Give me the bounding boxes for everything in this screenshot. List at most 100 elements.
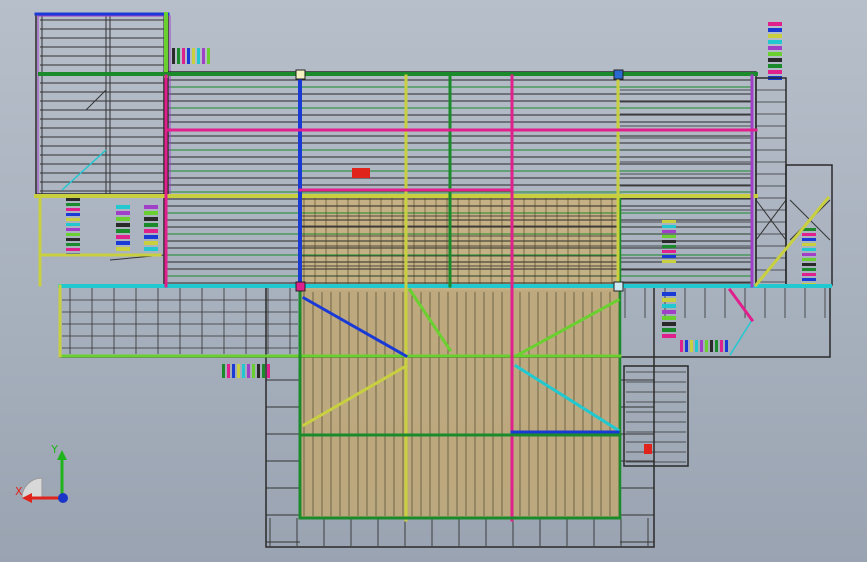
framing-block bbox=[768, 58, 782, 62]
framing-block bbox=[725, 340, 728, 352]
framing-block bbox=[662, 310, 676, 314]
framing-block bbox=[662, 260, 676, 263]
framing-block bbox=[66, 198, 80, 201]
framing-block bbox=[662, 304, 676, 308]
framing-block bbox=[685, 340, 688, 352]
framing-block bbox=[66, 228, 80, 231]
framing-block bbox=[66, 218, 80, 221]
framing-block bbox=[66, 223, 80, 226]
framing-block bbox=[144, 211, 158, 215]
framing-block bbox=[144, 223, 158, 227]
framing-block bbox=[116, 205, 130, 209]
framing-block bbox=[144, 217, 158, 221]
framing-block bbox=[768, 40, 782, 44]
framing-block bbox=[144, 235, 158, 239]
framing-block bbox=[802, 243, 816, 246]
framing-block bbox=[187, 48, 190, 64]
framing-block bbox=[222, 364, 225, 378]
framing-block bbox=[662, 316, 676, 320]
coordinate-triad: Y X bbox=[15, 443, 68, 503]
framing-member bbox=[61, 149, 107, 191]
framing-block bbox=[262, 364, 265, 378]
framing-block bbox=[66, 243, 80, 246]
framing-block bbox=[695, 340, 698, 352]
framing-block bbox=[116, 217, 130, 221]
framing-block bbox=[144, 241, 158, 245]
framing-block bbox=[680, 340, 683, 352]
framing-member bbox=[85, 89, 107, 111]
y-axis-label: Y bbox=[50, 443, 58, 456]
framing-block bbox=[700, 340, 703, 352]
framing-block bbox=[247, 364, 250, 378]
framing-block bbox=[720, 340, 723, 352]
framing-block bbox=[66, 208, 80, 211]
framing-block bbox=[257, 364, 260, 378]
framing-block bbox=[116, 241, 130, 245]
framing-block bbox=[715, 340, 718, 352]
framing-block bbox=[662, 230, 676, 233]
framing-block bbox=[267, 364, 270, 378]
framing-member bbox=[729, 319, 753, 356]
framing-block bbox=[768, 28, 782, 32]
framing-block bbox=[182, 48, 185, 64]
framing-block bbox=[662, 328, 676, 332]
framing-block bbox=[662, 240, 676, 243]
framing-block bbox=[802, 263, 816, 266]
framing-block bbox=[768, 64, 782, 68]
framing-block bbox=[662, 250, 676, 253]
framing-block bbox=[768, 46, 782, 50]
framing-block bbox=[144, 247, 158, 251]
framing-block bbox=[662, 255, 676, 258]
framing-block bbox=[662, 235, 676, 238]
framing-block bbox=[662, 245, 676, 248]
framing-block bbox=[197, 48, 200, 64]
framing-block bbox=[207, 48, 210, 64]
framing-block bbox=[66, 238, 80, 241]
framing-block bbox=[662, 292, 676, 296]
framing-block bbox=[237, 364, 240, 378]
framing-block bbox=[802, 258, 816, 261]
framing-block bbox=[232, 364, 235, 378]
framing-block bbox=[802, 268, 816, 271]
framing-block bbox=[802, 233, 816, 236]
framing-block bbox=[66, 213, 80, 216]
framing-block bbox=[144, 229, 158, 233]
framing-block bbox=[66, 233, 80, 236]
framing-block bbox=[116, 223, 130, 227]
framing-block bbox=[662, 334, 676, 338]
framing-block bbox=[802, 248, 816, 251]
framing-block bbox=[802, 253, 816, 256]
framing-block bbox=[252, 364, 255, 378]
framing-block bbox=[662, 322, 676, 326]
framing-block bbox=[116, 229, 130, 233]
framing-block bbox=[662, 220, 676, 223]
framing-block bbox=[710, 340, 713, 352]
platform-structure-model[interactable] bbox=[0, 0, 867, 562]
graphics-viewport[interactable]: Y X bbox=[0, 0, 867, 562]
framing-block bbox=[802, 273, 816, 276]
framing-block bbox=[768, 52, 782, 56]
z-axis-dot-icon bbox=[58, 493, 68, 503]
framing-block bbox=[172, 48, 175, 64]
framing-block bbox=[227, 364, 230, 378]
framing-block bbox=[662, 225, 676, 228]
framing-block bbox=[66, 203, 80, 206]
framing-block bbox=[352, 168, 370, 178]
framing-block bbox=[242, 364, 245, 378]
framing-block bbox=[177, 48, 180, 64]
framing-block bbox=[768, 70, 782, 74]
framing-block bbox=[202, 48, 205, 64]
framing-block bbox=[705, 340, 708, 352]
framing-block bbox=[66, 248, 80, 251]
x-axis-label: X bbox=[15, 485, 23, 498]
framing-block bbox=[802, 238, 816, 241]
framing-block bbox=[662, 298, 676, 302]
framing-block bbox=[802, 278, 816, 281]
framing-block bbox=[690, 340, 693, 352]
y-arrowhead-icon bbox=[57, 450, 67, 460]
framing-block bbox=[116, 247, 130, 251]
framing-block bbox=[192, 48, 195, 64]
framing-block bbox=[644, 444, 652, 454]
framing-block bbox=[116, 211, 130, 215]
framing-block bbox=[116, 235, 130, 239]
